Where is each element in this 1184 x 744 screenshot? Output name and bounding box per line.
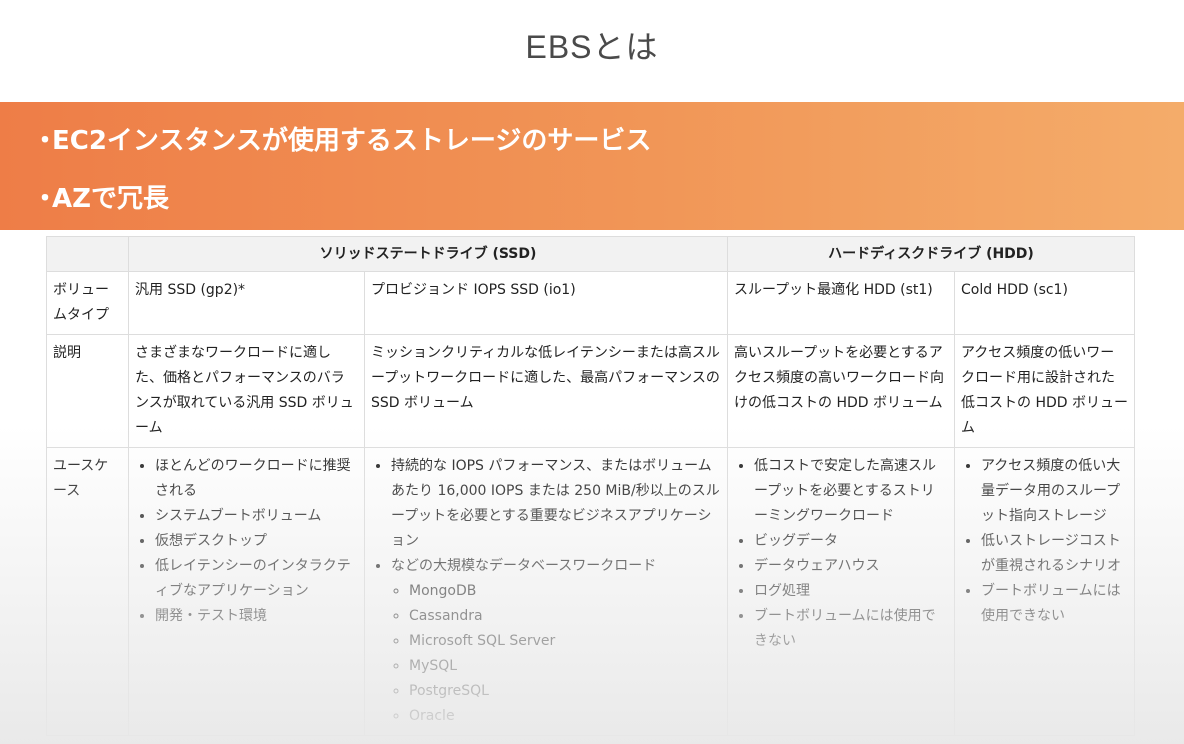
use-case-list: 持続的な IOPS パフォーマンス、またはボリュームあたり 16,000 IOP… bbox=[371, 454, 721, 729]
database-list: MongoDB Cassandra Microsoft SQL Server M… bbox=[391, 579, 721, 729]
group-header-ssd: ソリッドステートドライブ (SSD) bbox=[128, 236, 728, 272]
bullet-dot: ・ bbox=[32, 184, 59, 214]
use-case-list: 低コストで安定した高速スループットを必要とするストリーミングワークロード ビッグ… bbox=[734, 454, 948, 654]
use-case-list: ほとんどのワークロードに推奨される システムブートボリューム 仮想デスクトップ … bbox=[135, 454, 358, 629]
row-header-use-cases: ユースケース bbox=[46, 447, 129, 736]
list-item: MySQL bbox=[409, 654, 721, 679]
table-row-description: 説明 さまざまなワークロードに適した、価格とパフォーマンスのバランスが取れている… bbox=[46, 334, 1135, 448]
banner-bullet: ・AZで冗長 bbox=[32, 178, 169, 215]
list-item: 持続的な IOPS パフォーマンス、またはボリュームあたり 16,000 IOP… bbox=[391, 454, 721, 554]
list-item: ビッグデータ bbox=[754, 529, 948, 554]
volume-type-io1: プロビジョンド IOPS SSD (io1) bbox=[364, 271, 728, 335]
list-item: Oracle bbox=[409, 704, 721, 729]
table-row-use-cases: ユースケース ほとんどのワークロードに推奨される システムブートボリューム 仮想… bbox=[46, 447, 1135, 736]
list-item: ブートボリュームには使用できない bbox=[754, 604, 948, 654]
use-cases-st1: 低コストで安定した高速スループットを必要とするストリーミングワークロード ビッグ… bbox=[727, 447, 955, 736]
summary-banner: ・EC2インスタンスが使用するストレージのサービス ・AZで冗長 bbox=[0, 102, 1184, 230]
table-row-volume-type: ボリュームタイプ 汎用 SSD (gp2)* プロビジョンド IOPS SSD … bbox=[46, 271, 1135, 335]
bullet-text: EC2インスタンスが使用するストレージのサービス bbox=[52, 126, 652, 156]
description-sc1: アクセス頻度の低いワークロード用に設計された低コストの HDD ボリューム bbox=[954, 334, 1135, 448]
list-item: などの大規模なデータベースワークロード MongoDB Cassandra Mi… bbox=[391, 554, 721, 729]
bullet-text: AZで冗長 bbox=[52, 184, 169, 214]
list-item: 仮想デスクトップ bbox=[155, 529, 358, 554]
list-item: 開発・テスト環境 bbox=[155, 604, 358, 629]
list-item: ブートボリュームには使用できない bbox=[981, 579, 1128, 629]
list-item-text: などの大規模なデータベースワークロード bbox=[391, 558, 657, 574]
use-cases-gp2: ほとんどのワークロードに推奨される システムブートボリューム 仮想デスクトップ … bbox=[128, 447, 365, 736]
use-cases-io1: 持続的な IOPS パフォーマンス、またはボリュームあたり 16,000 IOP… bbox=[364, 447, 728, 736]
group-header-hdd: ハードディスクドライブ (HDD) bbox=[727, 236, 1135, 272]
slide-title: EBSとは bbox=[525, 29, 659, 65]
list-item: 低レイテンシーのインタラクティブなアプリケーション bbox=[155, 554, 358, 604]
row-header-description: 説明 bbox=[46, 334, 129, 448]
row-header-volume-type: ボリュームタイプ bbox=[46, 271, 129, 335]
list-item: アクセス頻度の低い大量データ用のスループット指向ストレージ bbox=[981, 454, 1128, 529]
bullet-dot: ・ bbox=[32, 126, 59, 156]
table-corner-cell bbox=[46, 236, 129, 272]
description-gp2: さまざまなワークロードに適した、価格とパフォーマンスのバランスが取れている汎用 … bbox=[128, 334, 365, 448]
description-io1: ミッションクリティカルな低レイテンシーまたは高スループットワークロードに適した、… bbox=[364, 334, 728, 448]
list-item: PostgreSQL bbox=[409, 679, 721, 704]
list-item: 低コストで安定した高速スループットを必要とするストリーミングワークロード bbox=[754, 454, 948, 529]
list-item: 低いストレージコストが重視されるシナリオ bbox=[981, 529, 1128, 579]
list-item: ほとんどのワークロードに推奨される bbox=[155, 454, 358, 504]
table-header-row: ソリッドステートドライブ (SSD) ハードディスクドライブ (HDD) bbox=[46, 236, 1135, 272]
list-item: ログ処理 bbox=[754, 579, 948, 604]
list-item: Cassandra bbox=[409, 604, 721, 629]
volume-type-gp2: 汎用 SSD (gp2)* bbox=[128, 271, 365, 335]
use-case-list: アクセス頻度の低い大量データ用のスループット指向ストレージ 低いストレージコスト… bbox=[961, 454, 1128, 629]
banner-bullet: ・EC2インスタンスが使用するストレージのサービス bbox=[32, 120, 651, 157]
description-st1: 高いスループットを必要とするアクセス頻度の高いワークロード向けの低コストの HD… bbox=[727, 334, 955, 448]
ebs-volume-table: ソリッドステートドライブ (SSD) ハードディスクドライブ (HDD) ボリュ… bbox=[46, 236, 1135, 736]
list-item: MongoDB bbox=[409, 579, 721, 604]
list-item: データウェアハウス bbox=[754, 554, 948, 579]
use-cases-sc1: アクセス頻度の低い大量データ用のスループット指向ストレージ 低いストレージコスト… bbox=[954, 447, 1135, 736]
list-item: Microsoft SQL Server bbox=[409, 629, 721, 654]
volume-type-st1: スループット最適化 HDD (st1) bbox=[727, 271, 955, 335]
volume-type-sc1: Cold HDD (sc1) bbox=[954, 271, 1135, 335]
list-item: システムブートボリューム bbox=[155, 504, 358, 529]
